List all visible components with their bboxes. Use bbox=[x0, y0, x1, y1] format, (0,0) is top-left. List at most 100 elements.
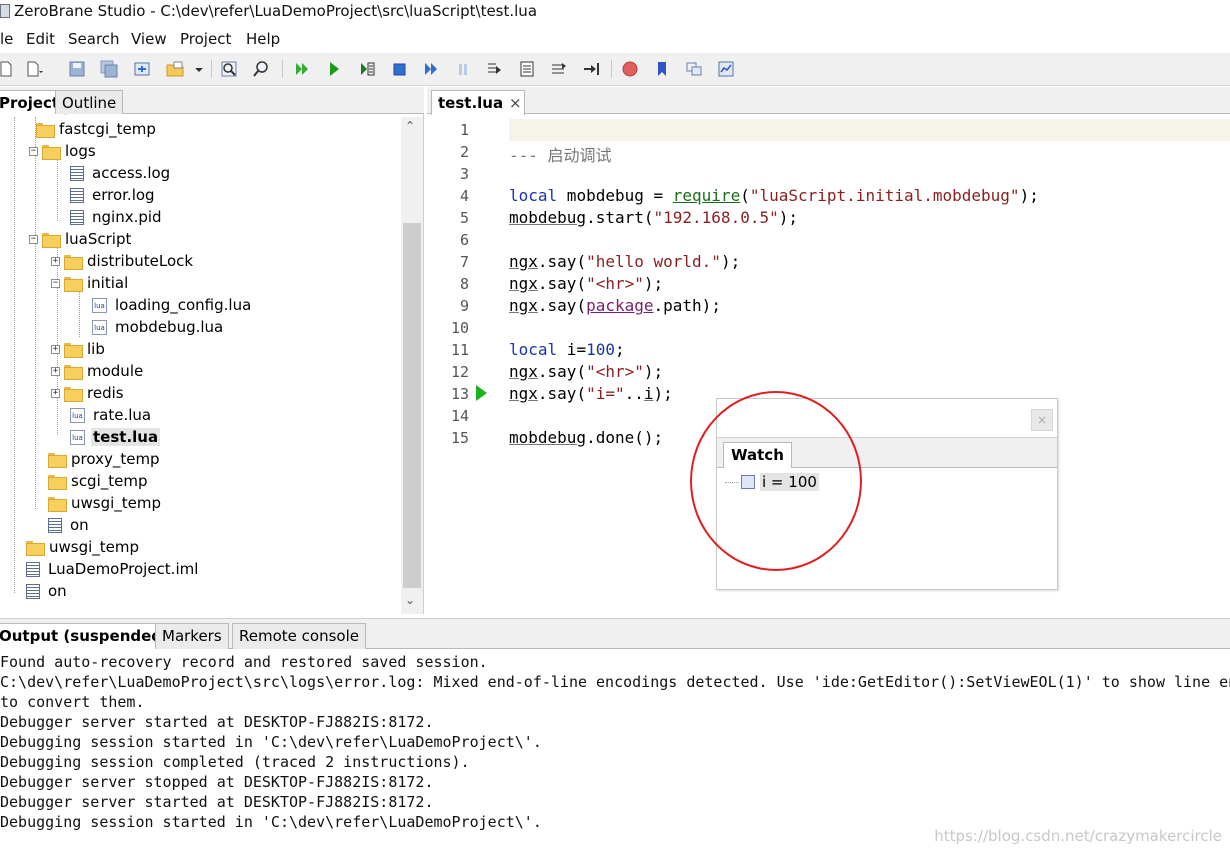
file-icon bbox=[26, 561, 40, 577]
expand-icon[interactable]: + bbox=[51, 256, 60, 266]
run-icon[interactable] bbox=[292, 59, 312, 79]
menu-help[interactable]: Help bbox=[246, 30, 280, 48]
tree-item-folder[interactable]: + module bbox=[51, 360, 145, 382]
tab-test-lua[interactable]: test.lua × bbox=[431, 90, 525, 115]
output-line: Debugger server stopped at DESKTOP-FJ882… bbox=[0, 773, 434, 791]
folder-icon bbox=[48, 474, 67, 490]
tree-item-file[interactable]: nginx.pid bbox=[70, 206, 164, 228]
code-line: --- 启动调试 bbox=[509, 146, 612, 165]
output-log[interactable]: Found auto-recovery record and restored … bbox=[0, 651, 1230, 851]
watch-window[interactable]: × Watch i = 100 bbox=[716, 398, 1058, 590]
debug-start-icon[interactable] bbox=[324, 59, 344, 79]
open-file-icon[interactable] bbox=[132, 59, 152, 79]
tree-item-label: logs bbox=[65, 142, 96, 160]
new-file-dropdown-icon[interactable] bbox=[24, 59, 44, 79]
close-icon[interactable]: × bbox=[1031, 409, 1053, 431]
bookmark-icon[interactable] bbox=[652, 59, 672, 79]
lua-file-icon: lua bbox=[92, 297, 107, 313]
watch-item-label: i = 100 bbox=[760, 473, 819, 491]
project-dropdown-icon[interactable] bbox=[190, 59, 210, 79]
tab-watch[interactable]: Watch bbox=[723, 442, 792, 468]
tree-item-folder[interactable]: scgi_temp bbox=[48, 470, 150, 492]
tab-output[interactable]: Output (suspended) bbox=[0, 623, 176, 649]
watch-window-icon[interactable] bbox=[716, 59, 736, 79]
tree-item-folder[interactable]: + lib bbox=[51, 338, 107, 360]
project-directory-icon[interactable] bbox=[165, 59, 185, 79]
watch-expression-icon bbox=[741, 475, 755, 489]
menu-edit[interactable]: Edit bbox=[26, 30, 55, 48]
tab-markers[interactable]: Markers bbox=[155, 623, 229, 649]
stop-icon[interactable] bbox=[389, 59, 409, 79]
line-number: 11 bbox=[450, 341, 469, 359]
tree-item-file[interactable]: on bbox=[26, 580, 69, 602]
tree-item-label: on bbox=[70, 516, 89, 534]
tree-item-file[interactable]: on bbox=[48, 514, 91, 536]
file-icon bbox=[48, 517, 62, 533]
stack-window-icon[interactable] bbox=[684, 59, 704, 79]
current-line-highlight bbox=[509, 119, 1230, 141]
scrollbar-thumb[interactable] bbox=[403, 223, 421, 588]
breakpoint-icon[interactable] bbox=[620, 59, 640, 79]
scroll-down-icon[interactable]: ⌄ bbox=[405, 593, 415, 607]
tree-item-label: error.log bbox=[92, 186, 155, 204]
tree-item-folder[interactable]: − initial bbox=[51, 272, 130, 294]
tab-close-icon[interactable]: × bbox=[509, 94, 522, 112]
toolbar-separator bbox=[611, 60, 612, 78]
tree-item-lua-file[interactable]: lua mobdebug.lua bbox=[92, 316, 225, 338]
menu-view[interactable]: View bbox=[131, 30, 167, 48]
save-icon[interactable] bbox=[67, 59, 87, 79]
new-file-icon[interactable] bbox=[0, 59, 16, 79]
detach-icon[interactable] bbox=[581, 59, 601, 79]
code-line: mobdebug.start("192.168.0.5"); bbox=[509, 208, 798, 227]
tree-item-label: rate.lua bbox=[93, 406, 152, 424]
menu-project[interactable]: Project bbox=[180, 30, 231, 48]
watermark: https://blog.csdn.net/crazymakercircle bbox=[934, 827, 1222, 845]
tree-item-folder[interactable]: fastcgi_temp bbox=[36, 118, 158, 140]
project-tree: fastcgi_temp − logs access.log error.log… bbox=[0, 117, 400, 614]
menu-search[interactable]: Search bbox=[68, 30, 120, 48]
tree-item-folder[interactable]: + distributeLock bbox=[51, 250, 195, 272]
tree-item-label: module bbox=[87, 362, 144, 380]
tree-item-lua-file[interactable]: lua loading_config.lua bbox=[92, 294, 253, 316]
run-to-cursor-icon[interactable] bbox=[517, 59, 537, 79]
collapse-icon[interactable]: − bbox=[29, 146, 38, 156]
menu-file[interactable]: le bbox=[0, 30, 13, 48]
tree-item-folder[interactable]: uwsgi_temp bbox=[48, 492, 163, 514]
tree-item-folder[interactable]: − luaScript bbox=[29, 228, 133, 250]
expand-icon[interactable]: + bbox=[51, 344, 60, 354]
tree-item-folder[interactable]: − logs bbox=[29, 140, 98, 162]
tree-item-label: access.log bbox=[92, 164, 171, 182]
collapse-icon[interactable]: − bbox=[29, 234, 38, 244]
find-icon[interactable] bbox=[219, 59, 239, 79]
step-into-icon[interactable] bbox=[421, 59, 441, 79]
line-number: 14 bbox=[450, 407, 469, 425]
tree-scrollbar[interactable]: ⌃ ⌄ bbox=[401, 117, 423, 614]
expand-icon[interactable]: + bbox=[51, 388, 60, 398]
tab-outline[interactable]: Outline bbox=[55, 90, 124, 114]
watch-item[interactable]: i = 100 bbox=[725, 471, 819, 493]
scroll-up-icon[interactable]: ⌃ bbox=[405, 119, 415, 133]
tree-item-label: lib bbox=[87, 340, 105, 358]
collapse-icon[interactable]: − bbox=[51, 278, 60, 288]
pause-icon[interactable] bbox=[453, 59, 473, 79]
lua-file-icon: lua bbox=[70, 407, 85, 423]
trace-icon[interactable] bbox=[549, 59, 569, 79]
expand-icon[interactable]: + bbox=[51, 366, 60, 376]
tree-item-folder[interactable]: proxy_temp bbox=[48, 448, 162, 470]
code-line: local i=100; bbox=[509, 340, 625, 359]
tree-item-folder[interactable]: uwsgi_temp bbox=[26, 536, 141, 558]
save-all-icon[interactable] bbox=[99, 59, 119, 79]
tree-item-file[interactable]: access.log bbox=[70, 162, 172, 184]
tab-remote-console[interactable]: Remote console bbox=[232, 623, 366, 649]
step-over-icon[interactable] bbox=[357, 59, 377, 79]
tree-item-lua-file[interactable]: lua rate.lua bbox=[70, 404, 153, 426]
tree-item-lua-file-selected[interactable]: lua test.lua bbox=[70, 426, 161, 448]
tree-item-label: test.lua bbox=[91, 428, 161, 446]
tree-item-file[interactable]: LuaDemoProject.iml bbox=[26, 558, 200, 580]
step-out-icon[interactable] bbox=[485, 59, 505, 79]
find-in-files-icon[interactable] bbox=[251, 59, 271, 79]
tree-item-file[interactable]: error.log bbox=[70, 184, 157, 206]
tree-item-label: loading_config.lua bbox=[115, 296, 252, 314]
tree-item-folder[interactable]: + redis bbox=[51, 382, 126, 404]
output-line: Debugging session completed (traced 2 in… bbox=[0, 753, 470, 771]
